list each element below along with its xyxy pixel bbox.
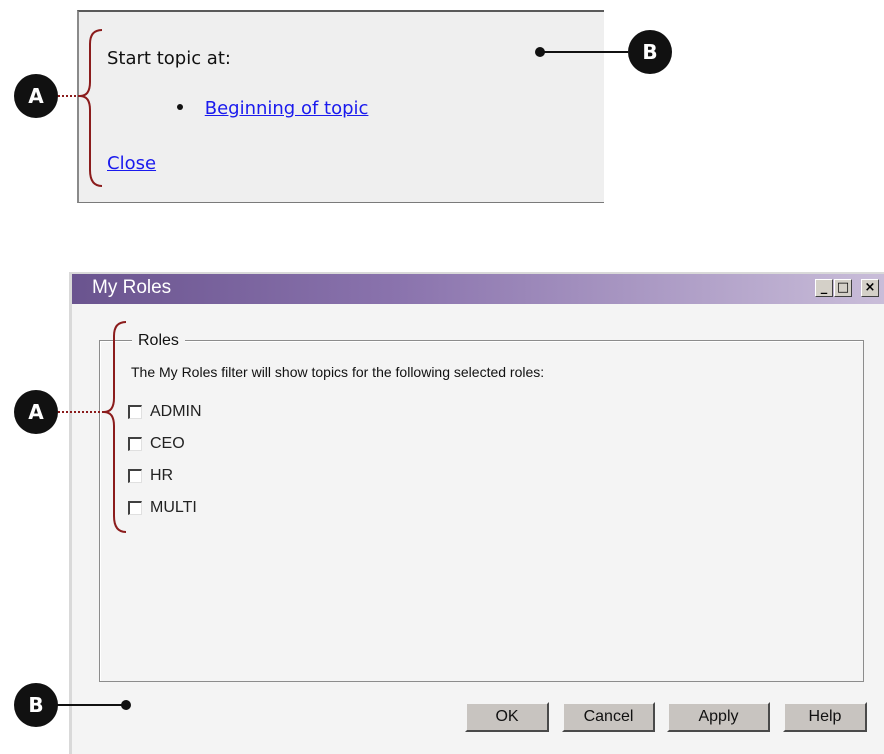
apply-button[interactable]: Apply: [667, 702, 770, 732]
callout-badge-bottom-b: B: [14, 683, 58, 727]
beginning-of-topic-link[interactable]: Beginning of topic: [205, 98, 369, 119]
role-checkbox-ceo[interactable]: CEO: [128, 434, 185, 454]
callout-badge-top-b: B: [628, 30, 672, 74]
callout-badge-top-a: A: [14, 74, 58, 118]
roles-description: The My Roles filter will show topics for…: [131, 364, 545, 380]
maximize-icon[interactable]: □: [834, 279, 852, 297]
checkbox-icon[interactable]: [128, 405, 142, 419]
start-topic-popup: Start topic at: Beginning of topic Close: [77, 10, 604, 203]
topic-list: Beginning of topic: [177, 98, 369, 119]
start-topic-label: Start topic at:: [107, 48, 231, 69]
dialog-title: My Roles: [92, 277, 172, 298]
minimize-icon[interactable]: _: [815, 279, 833, 297]
role-checkbox-hr[interactable]: HR: [128, 466, 173, 486]
dialog-title-bar[interactable]: My Roles _ □ ×: [72, 274, 884, 304]
close-link[interactable]: Close: [107, 153, 156, 174]
role-label-ceo: CEO: [150, 435, 185, 452]
checkbox-icon[interactable]: [128, 437, 142, 451]
role-label-hr: HR: [150, 467, 174, 484]
role-checkbox-multi[interactable]: MULTI: [128, 498, 197, 518]
ok-button[interactable]: OK: [465, 702, 549, 732]
help-button[interactable]: Help: [783, 702, 867, 732]
role-label-multi: MULTI: [150, 499, 197, 516]
cancel-button[interactable]: Cancel: [562, 702, 655, 732]
role-checkbox-admin[interactable]: ADMIN: [128, 402, 202, 422]
role-label-admin: ADMIN: [150, 403, 202, 420]
close-icon[interactable]: ×: [861, 279, 879, 297]
callout-badge-bottom-a: A: [14, 390, 58, 434]
my-roles-dialog: My Roles _ □ × Roles The My Roles filter…: [69, 272, 884, 754]
topic-list-item: Beginning of topic: [177, 98, 369, 119]
checkbox-icon[interactable]: [128, 469, 142, 483]
roles-group-box: [99, 340, 864, 682]
roles-group-label: Roles: [132, 332, 185, 350]
checkbox-icon[interactable]: [128, 501, 142, 515]
